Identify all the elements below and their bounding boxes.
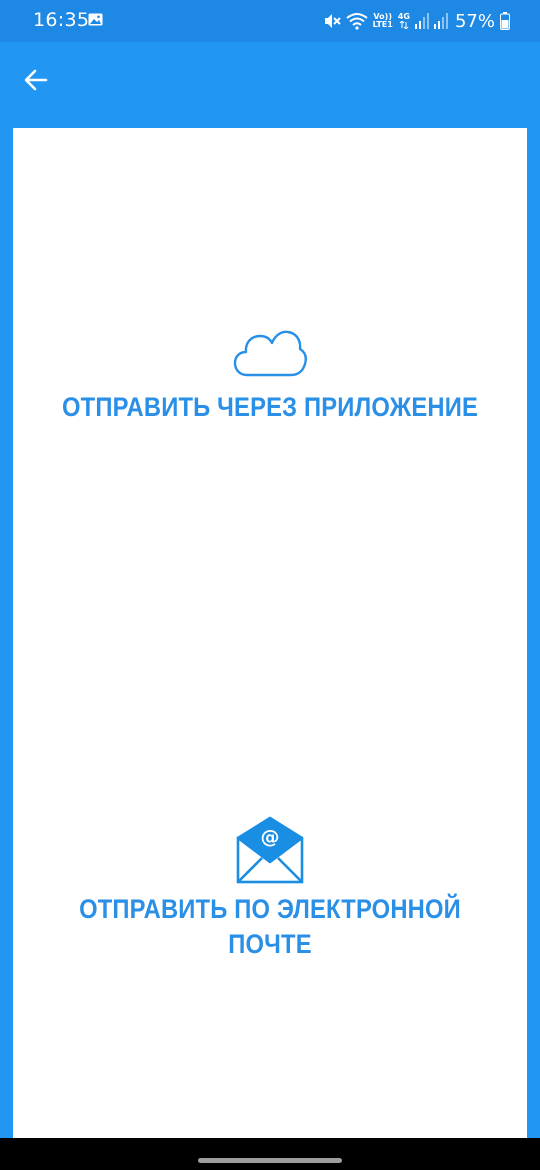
network-type-label: 4G (397, 12, 410, 21)
app-bar (0, 42, 540, 128)
send-via-email-option[interactable]: @ ОТПРАВИТЬ ПО ЭЛЕКТРОННОЙ ПОЧТЕ (13, 816, 527, 962)
wifi-icon (345, 13, 368, 30)
volte-indicator: Vo)) LTE1 (373, 13, 393, 29)
status-bar: 16:35 Vo)) LTE1 4G 57% (0, 0, 540, 42)
send-via-app-option[interactable]: ОТПРАВИТЬ ЧЕРЕЗ ПРИЛОЖЕНИЕ (13, 328, 527, 425)
arrow-left-icon (24, 69, 48, 91)
data-arrows-icon (399, 21, 409, 29)
navigation-bar (0, 1138, 540, 1170)
signal-strength-icon-2 (433, 13, 448, 29)
send-via-email-label-line1: ОТПРАВИТЬ ПО ЭЛЕКТРОННОЙ (79, 894, 461, 924)
at-symbol: @ (261, 826, 280, 848)
cloud-icon (233, 330, 307, 377)
status-icons: Vo)) LTE1 4G 57% (323, 9, 510, 33)
battery-percent: 57% (454, 10, 495, 32)
gallery-notification-icon (88, 13, 103, 26)
status-time: 16:35 (33, 9, 90, 31)
send-via-app-label: ОТПРАВИТЬ ЧЕРЕЗ ПРИЛОЖЕНИЕ (62, 392, 478, 422)
content-card: ОТПРАВИТЬ ЧЕРЕЗ ПРИЛОЖЕНИЕ @ ОТПРАВИТЬ П… (13, 128, 527, 1138)
email-envelope-icon: @ (236, 816, 304, 884)
signal-strength-icon-1 (414, 13, 429, 29)
send-via-email-label: ОТПРАВИТЬ ПО ЭЛЕКТРОННОЙ ПОЧТЕ (41, 892, 499, 962)
send-via-email-label-line2: ПОЧТЕ (228, 929, 312, 959)
mute-icon (324, 14, 341, 28)
volte-bottom-label: LTE1 (372, 20, 393, 29)
network-type-indicator: 4G (398, 13, 410, 29)
back-button[interactable] (20, 64, 52, 96)
home-indicator[interactable] (198, 1158, 342, 1163)
battery-icon (500, 12, 510, 30)
